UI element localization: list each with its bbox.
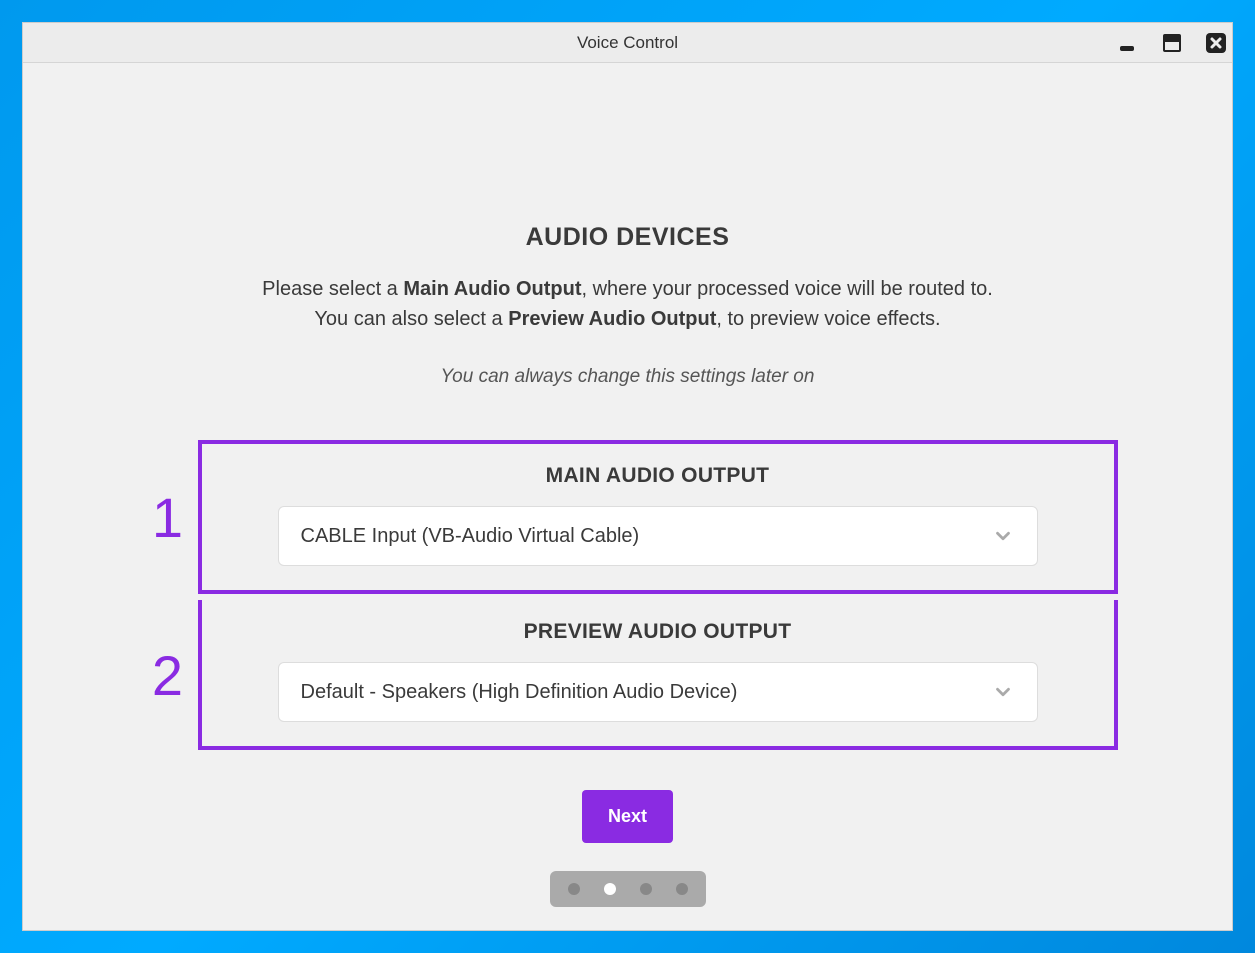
desc-text-1: Please select a: [262, 278, 403, 300]
close-button[interactable]: [1204, 31, 1228, 55]
page-heading: AUDIO DEVICES: [526, 223, 730, 252]
preview-output-row: 2 PREVIEW AUDIO OUTPUT Default - Speaker…: [138, 600, 1118, 750]
desc-text-2: , where your processed voice will be rou…: [581, 278, 992, 300]
desc-text-3: You can also select a: [314, 308, 508, 330]
main-output-panel: MAIN AUDIO OUTPUT CABLE Input (VB-Audio …: [198, 440, 1118, 594]
page-dot-2[interactable]: [604, 883, 616, 895]
desc-bold-2: Preview Audio Output: [508, 308, 716, 330]
main-output-row: 1 MAIN AUDIO OUTPUT CABLE Input (VB-Audi…: [138, 440, 1118, 594]
close-icon: [1204, 31, 1228, 55]
content-area: AUDIO DEVICES Please select a Main Audio…: [23, 63, 1232, 907]
page-description: Please select a Main Audio Output, where…: [262, 274, 993, 334]
preview-output-title: PREVIEW AUDIO OUTPUT: [258, 620, 1058, 644]
chevron-down-icon: [991, 680, 1015, 704]
annotation-number-2: 2: [138, 643, 198, 708]
main-output-dropdown[interactable]: CABLE Input (VB-Audio Virtual Cable): [278, 506, 1038, 566]
preview-output-selected: Default - Speakers (High Definition Audi…: [301, 681, 738, 704]
main-output-title: MAIN AUDIO OUTPUT: [258, 464, 1058, 488]
page-dot-3[interactable]: [640, 883, 652, 895]
desc-text-4: , to preview voice effects.: [716, 308, 940, 330]
minimize-icon: [1116, 31, 1140, 55]
window-controls: [1116, 23, 1228, 62]
main-output-selected: CABLE Input (VB-Audio Virtual Cable): [301, 525, 640, 548]
app-window: Voice Control AUDIO DEVICES: [22, 22, 1233, 931]
next-button[interactable]: Next: [582, 790, 673, 843]
page-dot-4[interactable]: [676, 883, 688, 895]
page-dot-1[interactable]: [568, 883, 580, 895]
chevron-down-icon: [991, 524, 1015, 548]
maximize-icon: [1160, 31, 1184, 55]
titlebar: Voice Control: [23, 23, 1232, 63]
pagination-indicator: [550, 871, 706, 907]
preview-output-dropdown[interactable]: Default - Speakers (High Definition Audi…: [278, 662, 1038, 722]
preview-output-panel: PREVIEW AUDIO OUTPUT Default - Speakers …: [198, 600, 1118, 750]
page-hint: You can always change this settings late…: [441, 366, 815, 388]
annotation-number-1: 1: [138, 485, 198, 550]
maximize-button[interactable]: [1160, 31, 1184, 55]
minimize-button[interactable]: [1116, 31, 1140, 55]
window-title: Voice Control: [23, 33, 1232, 53]
desc-bold-1: Main Audio Output: [403, 278, 581, 300]
